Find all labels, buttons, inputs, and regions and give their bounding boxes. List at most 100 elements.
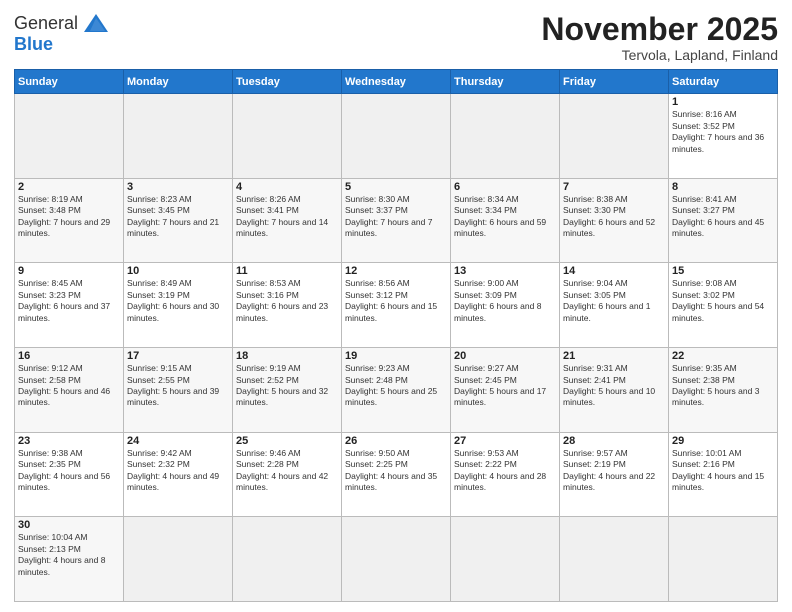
day-number: 13 <box>454 265 556 277</box>
table-row <box>342 94 451 179</box>
day-number: 20 <box>454 350 556 362</box>
table-row: 23Sunrise: 9:38 AMSunset: 2:35 PMDayligh… <box>15 432 124 517</box>
day-number: 8 <box>672 181 774 193</box>
table-row: 22Sunrise: 9:35 AMSunset: 2:38 PMDayligh… <box>669 348 778 433</box>
day-number: 6 <box>454 181 556 193</box>
day-number: 29 <box>672 435 774 447</box>
day-number: 2 <box>18 181 120 193</box>
header-tuesday: Tuesday <box>233 70 342 94</box>
table-row: 27Sunrise: 9:53 AMSunset: 2:22 PMDayligh… <box>451 432 560 517</box>
day-number: 11 <box>236 265 338 277</box>
table-row <box>560 94 669 179</box>
table-row: 4Sunrise: 8:26 AMSunset: 3:41 PMDaylight… <box>233 178 342 263</box>
day-number: 26 <box>345 435 447 447</box>
day-info: Sunrise: 8:45 AMSunset: 3:23 PMDaylight:… <box>18 278 120 324</box>
day-info: Sunrise: 8:34 AMSunset: 3:34 PMDaylight:… <box>454 194 556 240</box>
logo: General Blue <box>14 12 110 55</box>
day-number: 10 <box>127 265 229 277</box>
day-info: Sunrise: 8:53 AMSunset: 3:16 PMDaylight:… <box>236 278 338 324</box>
calendar-week-row: 2Sunrise: 8:19 AMSunset: 3:48 PMDaylight… <box>15 178 778 263</box>
day-info: Sunrise: 8:26 AMSunset: 3:41 PMDaylight:… <box>236 194 338 240</box>
title-block: November 2025 Tervola, Lapland, Finland <box>541 12 778 63</box>
day-info: Sunrise: 8:30 AMSunset: 3:37 PMDaylight:… <box>345 194 447 240</box>
weekday-header-row: Sunday Monday Tuesday Wednesday Thursday… <box>15 70 778 94</box>
calendar-week-row: 9Sunrise: 8:45 AMSunset: 3:23 PMDaylight… <box>15 263 778 348</box>
calendar-page: General Blue November 2025 Tervola, Lapl… <box>0 0 792 612</box>
day-info: Sunrise: 8:49 AMSunset: 3:19 PMDaylight:… <box>127 278 229 324</box>
day-number: 17 <box>127 350 229 362</box>
header-wednesday: Wednesday <box>342 70 451 94</box>
day-info: Sunrise: 9:50 AMSunset: 2:25 PMDaylight:… <box>345 448 447 494</box>
table-row: 18Sunrise: 9:19 AMSunset: 2:52 PMDayligh… <box>233 348 342 433</box>
header-monday: Monday <box>124 70 233 94</box>
day-info: Sunrise: 10:04 AMSunset: 2:13 PMDaylight… <box>18 532 120 578</box>
table-row: 15Sunrise: 9:08 AMSunset: 3:02 PMDayligh… <box>669 263 778 348</box>
day-number: 9 <box>18 265 120 277</box>
table-row <box>15 94 124 179</box>
table-row <box>560 517 669 602</box>
day-info: Sunrise: 8:56 AMSunset: 3:12 PMDaylight:… <box>345 278 447 324</box>
table-row <box>669 517 778 602</box>
day-number: 16 <box>18 350 120 362</box>
table-row: 30Sunrise: 10:04 AMSunset: 2:13 PMDaylig… <box>15 517 124 602</box>
header-sunday: Sunday <box>15 70 124 94</box>
table-row <box>233 517 342 602</box>
table-row <box>233 94 342 179</box>
day-info: Sunrise: 9:04 AMSunset: 3:05 PMDaylight:… <box>563 278 665 324</box>
logo-blue-text: Blue <box>14 34 53 55</box>
header-friday: Friday <box>560 70 669 94</box>
table-row <box>451 94 560 179</box>
table-row: 3Sunrise: 8:23 AMSunset: 3:45 PMDaylight… <box>124 178 233 263</box>
table-row: 24Sunrise: 9:42 AMSunset: 2:32 PMDayligh… <box>124 432 233 517</box>
table-row <box>342 517 451 602</box>
day-info: Sunrise: 9:27 AMSunset: 2:45 PMDaylight:… <box>454 363 556 409</box>
day-number: 18 <box>236 350 338 362</box>
day-info: Sunrise: 8:23 AMSunset: 3:45 PMDaylight:… <box>127 194 229 240</box>
day-number: 14 <box>563 265 665 277</box>
table-row: 5Sunrise: 8:30 AMSunset: 3:37 PMDaylight… <box>342 178 451 263</box>
table-row: 20Sunrise: 9:27 AMSunset: 2:45 PMDayligh… <box>451 348 560 433</box>
day-number: 22 <box>672 350 774 362</box>
table-row: 14Sunrise: 9:04 AMSunset: 3:05 PMDayligh… <box>560 263 669 348</box>
day-number: 23 <box>18 435 120 447</box>
calendar-week-row: 1Sunrise: 8:16 AMSunset: 3:52 PMDaylight… <box>15 94 778 179</box>
day-number: 19 <box>345 350 447 362</box>
day-info: Sunrise: 9:23 AMSunset: 2:48 PMDaylight:… <box>345 363 447 409</box>
day-info: Sunrise: 9:08 AMSunset: 3:02 PMDaylight:… <box>672 278 774 324</box>
day-info: Sunrise: 9:53 AMSunset: 2:22 PMDaylight:… <box>454 448 556 494</box>
table-row: 10Sunrise: 8:49 AMSunset: 3:19 PMDayligh… <box>124 263 233 348</box>
table-row: 13Sunrise: 9:00 AMSunset: 3:09 PMDayligh… <box>451 263 560 348</box>
table-row: 1Sunrise: 8:16 AMSunset: 3:52 PMDaylight… <box>669 94 778 179</box>
day-number: 21 <box>563 350 665 362</box>
calendar-week-row: 23Sunrise: 9:38 AMSunset: 2:35 PMDayligh… <box>15 432 778 517</box>
day-info: Sunrise: 9:35 AMSunset: 2:38 PMDaylight:… <box>672 363 774 409</box>
table-row: 6Sunrise: 8:34 AMSunset: 3:34 PMDaylight… <box>451 178 560 263</box>
day-number: 5 <box>345 181 447 193</box>
day-info: Sunrise: 9:19 AMSunset: 2:52 PMDaylight:… <box>236 363 338 409</box>
table-row: 21Sunrise: 9:31 AMSunset: 2:41 PMDayligh… <box>560 348 669 433</box>
header: General Blue November 2025 Tervola, Lapl… <box>14 12 778 63</box>
day-info: Sunrise: 10:01 AMSunset: 2:16 PMDaylight… <box>672 448 774 494</box>
day-number: 4 <box>236 181 338 193</box>
table-row: 9Sunrise: 8:45 AMSunset: 3:23 PMDaylight… <box>15 263 124 348</box>
table-row: 11Sunrise: 8:53 AMSunset: 3:16 PMDayligh… <box>233 263 342 348</box>
table-row: 16Sunrise: 9:12 AMSunset: 2:58 PMDayligh… <box>15 348 124 433</box>
header-saturday: Saturday <box>669 70 778 94</box>
day-info: Sunrise: 9:15 AMSunset: 2:55 PMDaylight:… <box>127 363 229 409</box>
table-row: 25Sunrise: 9:46 AMSunset: 2:28 PMDayligh… <box>233 432 342 517</box>
table-row <box>451 517 560 602</box>
day-info: Sunrise: 9:46 AMSunset: 2:28 PMDaylight:… <box>236 448 338 494</box>
calendar-subtitle: Tervola, Lapland, Finland <box>541 47 778 63</box>
day-number: 15 <box>672 265 774 277</box>
day-info: Sunrise: 9:12 AMSunset: 2:58 PMDaylight:… <box>18 363 120 409</box>
table-row: 7Sunrise: 8:38 AMSunset: 3:30 PMDaylight… <box>560 178 669 263</box>
day-number: 28 <box>563 435 665 447</box>
day-info: Sunrise: 8:41 AMSunset: 3:27 PMDaylight:… <box>672 194 774 240</box>
day-info: Sunrise: 9:38 AMSunset: 2:35 PMDaylight:… <box>18 448 120 494</box>
table-row: 29Sunrise: 10:01 AMSunset: 2:16 PMDaylig… <box>669 432 778 517</box>
day-number: 25 <box>236 435 338 447</box>
day-info: Sunrise: 9:42 AMSunset: 2:32 PMDaylight:… <box>127 448 229 494</box>
day-info: Sunrise: 9:31 AMSunset: 2:41 PMDaylight:… <box>563 363 665 409</box>
table-row: 17Sunrise: 9:15 AMSunset: 2:55 PMDayligh… <box>124 348 233 433</box>
table-row: 28Sunrise: 9:57 AMSunset: 2:19 PMDayligh… <box>560 432 669 517</box>
